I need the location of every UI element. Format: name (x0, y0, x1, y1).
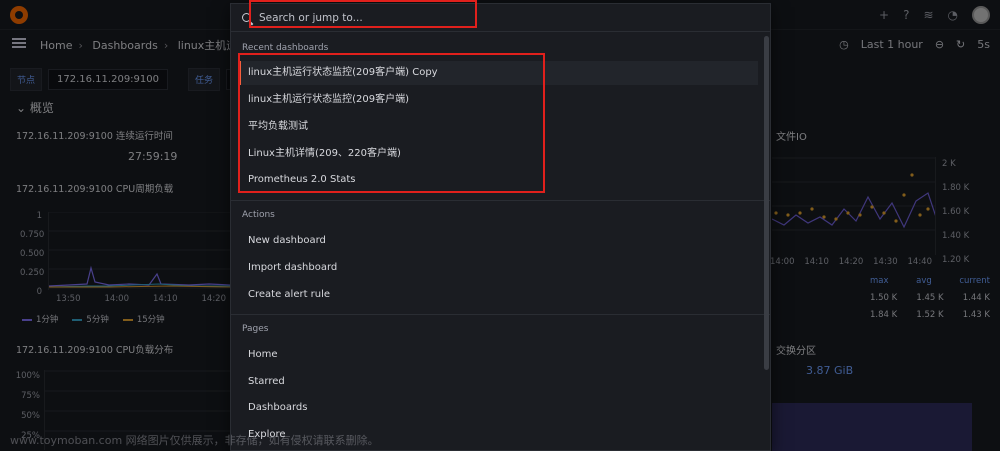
page-home[interactable]: Home (238, 343, 758, 367)
section-divider (231, 200, 770, 201)
palette-scrollbar[interactable] (764, 36, 769, 370)
recent-dashboard-item[interactable]: Linux主机详情(209、220客户端) (238, 142, 758, 166)
recent-dashboards-header: Recent dashboards (242, 43, 329, 53)
section-divider (231, 314, 770, 315)
watermark-text: www.toymoban.com 网络图片仅供展示，非存储，如有侵权请联系删除。 (10, 434, 379, 447)
action-new-dashboard[interactable]: New dashboard (238, 229, 758, 253)
search-icon (242, 13, 251, 22)
search-palette: Recent dashboards linux主机运行状态监控(209客户端) … (230, 3, 771, 451)
action-import-dashboard[interactable]: Import dashboard (238, 256, 758, 280)
search-row (231, 4, 770, 32)
recent-dashboard-item[interactable]: linux主机运行状态监控(209客户端) (238, 88, 758, 112)
page-starred[interactable]: Starred (238, 370, 758, 394)
pages-header: Pages (242, 324, 269, 334)
recent-dashboard-item[interactable]: 平均负载测试 (238, 115, 758, 139)
search-input[interactable] (259, 9, 719, 27)
action-create-alert-rule[interactable]: Create alert rule (238, 283, 758, 307)
actions-header: Actions (242, 210, 275, 220)
recent-dashboard-item[interactable]: Prometheus 2.0 Stats (238, 168, 758, 192)
recent-dashboard-item[interactable]: linux主机运行状态监控(209客户端) Copy (238, 61, 758, 85)
page-dashboards[interactable]: Dashboards (238, 396, 758, 420)
